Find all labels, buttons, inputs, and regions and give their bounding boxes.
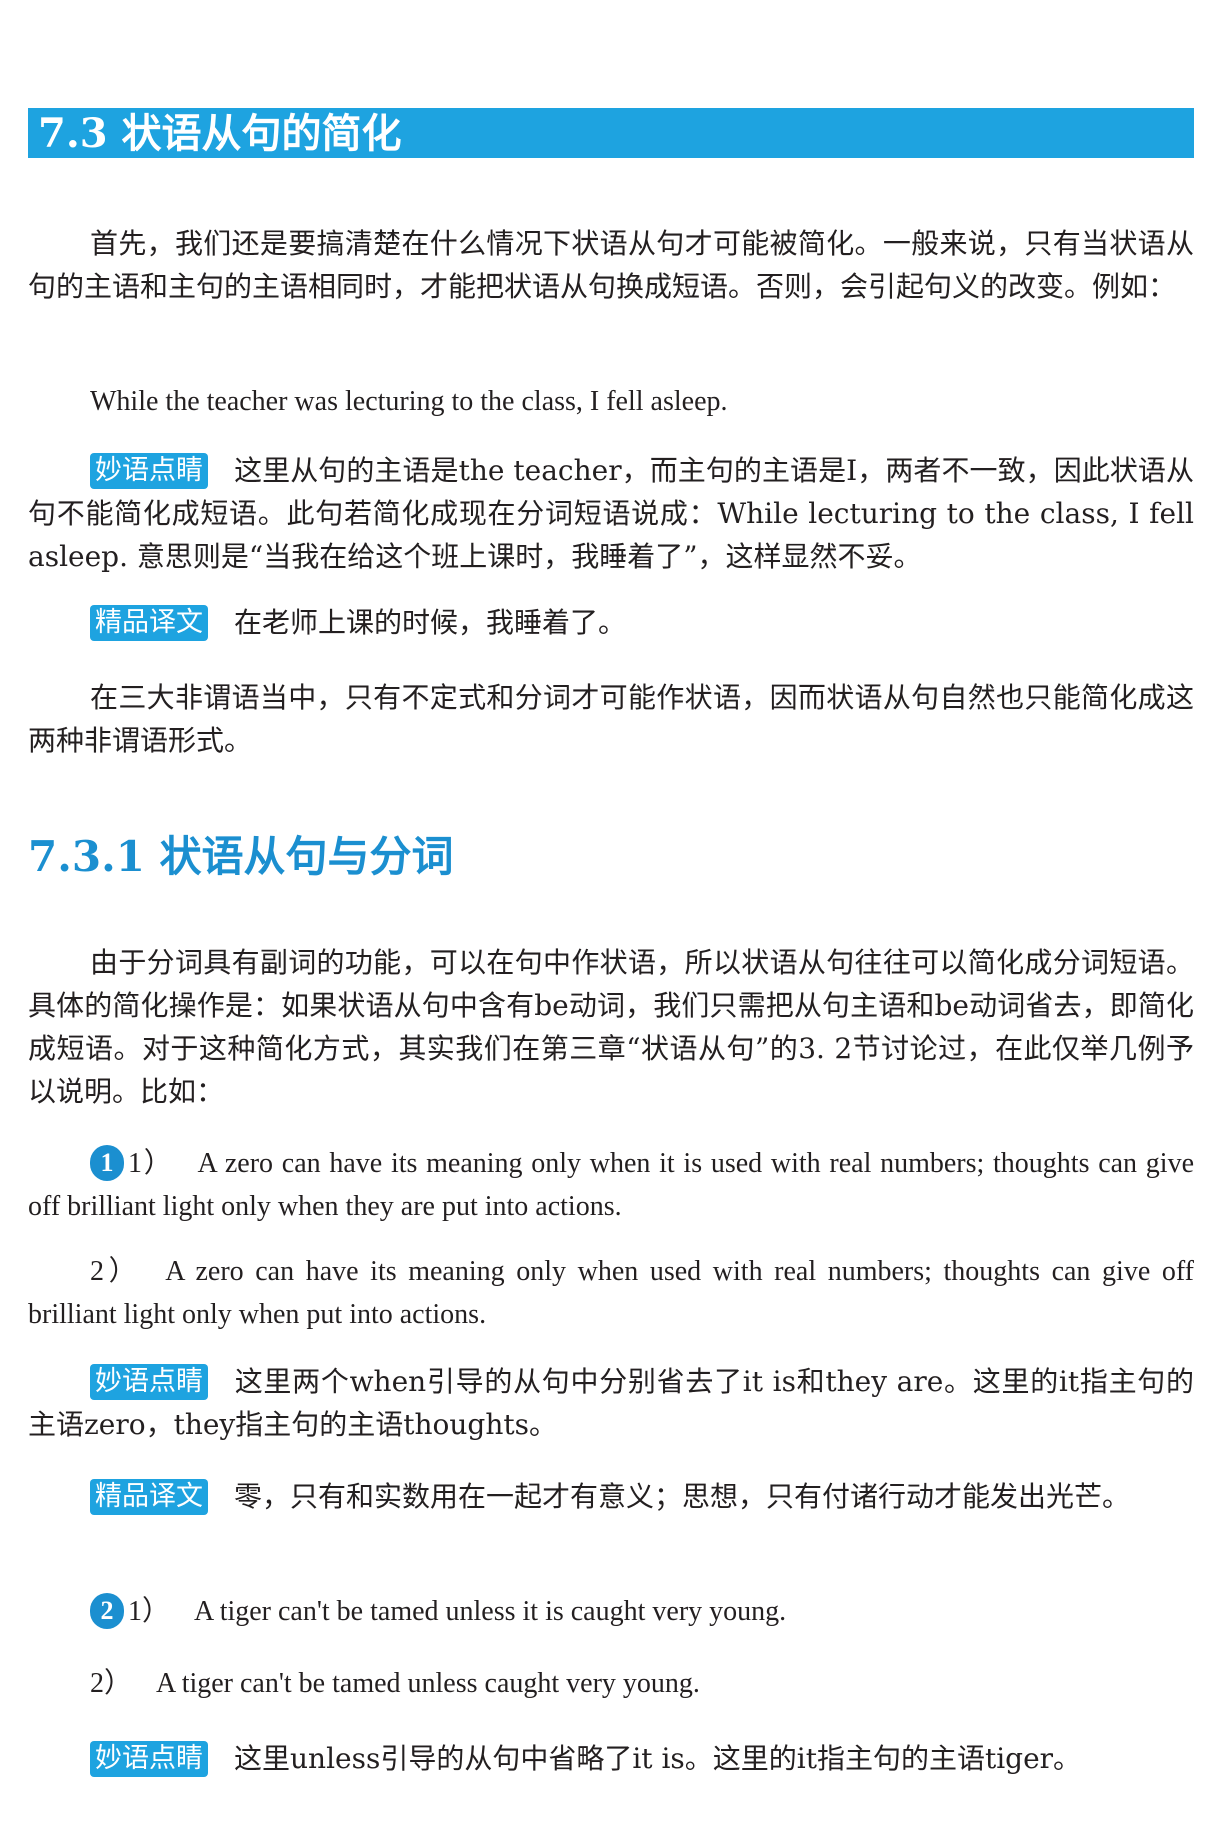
sentence-text: A tiger can't be tamed unless caught ver… <box>156 1668 700 1699</box>
example-1-sentence-2: 2） A zero can have its meaning only when … <box>28 1250 1194 1336</box>
example-1-translation-text: 零，只有和实数用在一起才有意义；思想，只有付诸行动才能发出光芒。 <box>234 1480 1131 1513</box>
intro-translation: 精品译文 在老师上课的时候，我睡着了。 <box>28 601 1194 644</box>
section-title: 7.3 状语从句的简化 <box>38 110 402 157</box>
document-page: 7.3 状语从句的简化 首先，我们还是要搞清楚在什么情况下状语从句才可能被简化。… <box>0 0 1207 1828</box>
example-2-note-text: 这里unless引导的从句中省略了it is。这里的it指主句的主语tiger。 <box>234 1742 1082 1775</box>
subsection-title: 7.3.1 状语从句与分词 <box>28 832 454 881</box>
example-1-sentence-1: 1 1） A zero can have its meaning only when… <box>28 1142 1194 1228</box>
example-1-translation: 精品译文 零，只有和实数用在一起才有意义；思想，只有付诸行动才能发出光芒。 <box>28 1475 1194 1518</box>
translation-tag: 精品译文 <box>90 605 208 641</box>
example-number-badge: 1 <box>90 1145 124 1181</box>
translation-tag: 精品译文 <box>90 1479 208 1515</box>
note-tag: 妙语点睛 <box>90 1364 208 1400</box>
note-tag: 妙语点睛 <box>90 453 208 489</box>
example-2-sentence-2: 2） A tiger can't be tamed unless caught v… <box>28 1662 1194 1705</box>
sentence-label: 1） <box>128 1148 174 1179</box>
sentence-text: A zero can have its meaning only when us… <box>28 1256 1194 1330</box>
sentence-label: 2） <box>90 1256 142 1287</box>
subsection-paragraph: 由于分词具有副词的功能，可以在句中作状语，所以状语从句往往可以简化成分词短语。具… <box>28 946 1194 1108</box>
sentence-label: 1） <box>128 1596 171 1627</box>
example-2-note: 妙语点睛 这里unless引导的从句中省略了it is。这里的it指主句的主语ti… <box>28 1737 1194 1780</box>
note-tag: 妙语点睛 <box>90 1741 208 1777</box>
example-2-sentence-1: 2 1） A tiger can't be tamed unless it is c… <box>28 1590 1194 1633</box>
example-1-note: 妙语点睛 这里两个when引导的从句中分别省去了it is和they are。这里… <box>28 1360 1194 1446</box>
section-header-bar: 7.3 状语从句的简化 <box>28 108 1194 158</box>
intro-translation-text: 在老师上课的时候，我睡着了。 <box>234 606 627 639</box>
intro-paragraph: 首先，我们还是要搞清楚在什么情况下状语从句才可能被简化。一般来说，只有当状语从句… <box>28 227 1194 303</box>
sentence-label: 2） <box>90 1668 133 1699</box>
example-number-badge: 2 <box>90 1593 124 1629</box>
intro-example-sentence: While the teacher was lecturing to the c… <box>90 386 728 417</box>
sentence-text: A tiger can't be tamed unless it is caug… <box>194 1596 787 1627</box>
intro-note: 妙语点睛 这里从句的主语是the teacher，而主句的主语是I，两者不一致，因… <box>28 449 1194 578</box>
sentence-text: A zero can have its meaning only when it… <box>28 1148 1194 1222</box>
intro-paragraph-2: 在三大非谓语当中，只有不定式和分词才可能作状语，因而状语从句自然也只能简化成这两… <box>28 681 1194 757</box>
